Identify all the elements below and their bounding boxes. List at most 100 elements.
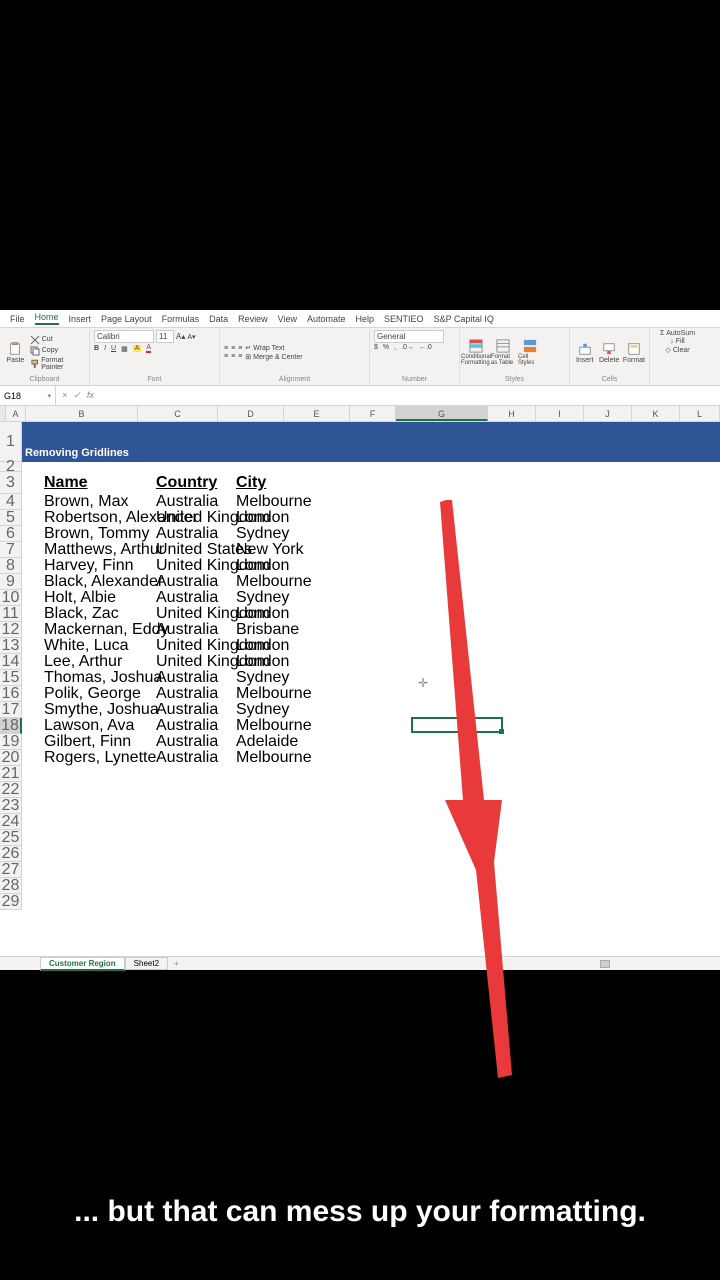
- row-header-20[interactable]: 20: [0, 750, 22, 766]
- row-header-4[interactable]: 4: [0, 494, 22, 510]
- format-painter-button[interactable]: Format Painter: [30, 357, 85, 371]
- row-header-27[interactable]: 27: [0, 862, 22, 878]
- align-bottom-icon[interactable]: ≡: [238, 345, 242, 352]
- menu-help[interactable]: Help: [356, 314, 375, 324]
- col-header-H[interactable]: H: [488, 406, 536, 421]
- row-header-23[interactable]: 23: [0, 798, 22, 814]
- align-middle-icon[interactable]: ≡: [231, 345, 235, 352]
- underline-button[interactable]: U: [111, 345, 116, 352]
- number-format-select[interactable]: General: [374, 330, 444, 343]
- decrease-decimal-icon[interactable]: ←.0: [419, 344, 432, 351]
- row-header-8[interactable]: 8: [0, 558, 22, 574]
- italic-button[interactable]: I: [104, 345, 106, 352]
- align-left-icon[interactable]: ≡: [224, 353, 228, 360]
- table-row[interactable]: Thomas, JoshuaAustraliaSydney: [22, 670, 720, 686]
- align-right-icon[interactable]: ≡: [238, 353, 242, 360]
- insert-button[interactable]: Insert: [574, 339, 595, 367]
- col-header-B[interactable]: B: [26, 406, 138, 421]
- active-cell-outline[interactable]: [411, 717, 503, 733]
- row-header-22[interactable]: 22: [0, 782, 22, 798]
- fill-color-icon[interactable]: A: [133, 345, 142, 352]
- delete-button[interactable]: Delete: [598, 339, 619, 367]
- table-row[interactable]: Lawson, AvaAustraliaMelbourne: [22, 718, 720, 734]
- copy-button[interactable]: Copy: [30, 346, 85, 356]
- cut-button[interactable]: Cut: [30, 335, 85, 345]
- table-row[interactable]: Gilbert, FinnAustraliaAdelaide: [22, 734, 720, 750]
- name-box[interactable]: G18 ▾: [0, 386, 56, 405]
- table-row[interactable]: Harvey, FinnUnited KingdomLondon: [22, 558, 720, 574]
- row-header-15[interactable]: 15: [0, 670, 22, 686]
- row-header-17[interactable]: 17: [0, 702, 22, 718]
- col-header-K[interactable]: K: [632, 406, 680, 421]
- col-header-J[interactable]: J: [584, 406, 632, 421]
- wrap-text-button[interactable]: ↵Wrap Text: [245, 344, 302, 352]
- enter-icon[interactable]: ✓: [73, 390, 81, 401]
- table-row[interactable]: Brown, MaxAustraliaMelbourne: [22, 494, 720, 510]
- cancel-icon[interactable]: ×: [62, 390, 67, 401]
- spreadsheet-grid[interactable]: 1234567891011121314151617181920212223242…: [0, 422, 720, 952]
- row-header-9[interactable]: 9: [0, 574, 22, 590]
- col-header-D[interactable]: D: [218, 406, 284, 421]
- table-row[interactable]: Black, AlexanderAustraliaMelbourne: [22, 574, 720, 590]
- row-header-18[interactable]: 18: [0, 718, 22, 734]
- row-header-19[interactable]: 19: [0, 734, 22, 750]
- menu-review[interactable]: Review: [238, 314, 268, 324]
- col-header-E[interactable]: E: [284, 406, 350, 421]
- table-row[interactable]: Holt, AlbieAustraliaSydney: [22, 590, 720, 606]
- menu-view[interactable]: View: [278, 314, 297, 324]
- menu-file[interactable]: File: [10, 314, 25, 324]
- clear-button[interactable]: ◇Clear: [665, 346, 689, 354]
- row-header-12[interactable]: 12: [0, 622, 22, 638]
- row-header-13[interactable]: 13: [0, 638, 22, 654]
- menu-sentieo[interactable]: SENTIEO: [384, 314, 424, 324]
- fx-icon[interactable]: fx: [87, 390, 94, 401]
- comma-button[interactable]: ,: [394, 344, 396, 351]
- col-header-G[interactable]: G: [396, 406, 488, 421]
- align-center-icon[interactable]: ≡: [231, 353, 235, 360]
- add-sheet-button[interactable]: +: [168, 959, 185, 968]
- row-header-16[interactable]: 16: [0, 686, 22, 702]
- format-button[interactable]: Format: [623, 339, 645, 367]
- row-header-2[interactable]: 2: [0, 462, 22, 472]
- row-header-29[interactable]: 29: [0, 894, 22, 910]
- fill-button[interactable]: ↓Fill: [670, 338, 684, 345]
- menu-sp-capital[interactable]: S&P Capital IQ: [434, 314, 494, 324]
- row-header-3[interactable]: 3: [0, 472, 22, 494]
- col-header-F[interactable]: F: [350, 406, 396, 421]
- row-header-10[interactable]: 10: [0, 590, 22, 606]
- table-row[interactable]: Black, ZacUnited KingdomLondon: [22, 606, 720, 622]
- table-row[interactable]: Rogers, LynetteAustraliaMelbourne: [22, 750, 720, 766]
- horizontal-scroll-thumb[interactable]: [600, 960, 610, 968]
- currency-button[interactable]: $: [374, 344, 378, 351]
- table-row[interactable]: White, LucaUnited KingdomLondon: [22, 638, 720, 654]
- conditional-formatting-button[interactable]: Conditional Formatting: [464, 339, 488, 367]
- menu-insert[interactable]: Insert: [69, 314, 92, 324]
- table-row[interactable]: Robertson, AlexanderUnited KingdomLondon: [22, 510, 720, 526]
- row-header-1[interactable]: 1: [0, 422, 22, 462]
- decrease-font-icon[interactable]: A▾: [187, 333, 195, 341]
- bold-button[interactable]: B: [94, 345, 99, 352]
- table-row[interactable]: Smythe, JoshuaAustraliaSydney: [22, 702, 720, 718]
- table-row[interactable]: Mackernan, EddyAustraliaBrisbane: [22, 622, 720, 638]
- fill-handle[interactable]: [499, 729, 504, 734]
- format-as-table-button[interactable]: Format as Table: [491, 339, 515, 367]
- table-row[interactable]: Polik, GeorgeAustraliaMelbourne: [22, 686, 720, 702]
- menu-automate[interactable]: Automate: [307, 314, 346, 324]
- paste-button[interactable]: Paste: [4, 339, 27, 367]
- col-header-C[interactable]: C: [138, 406, 218, 421]
- sheet-tab-customer-region[interactable]: Customer Region: [40, 957, 125, 971]
- sheet-tab-sheet2[interactable]: Sheet2: [125, 957, 168, 970]
- align-top-icon[interactable]: ≡: [224, 345, 228, 352]
- font-color-icon[interactable]: A: [146, 344, 151, 353]
- cell-styles-button[interactable]: Cell Styles: [518, 339, 542, 367]
- borders-icon[interactable]: ▦: [121, 345, 128, 353]
- row-header-11[interactable]: 11: [0, 606, 22, 622]
- row-header-14[interactable]: 14: [0, 654, 22, 670]
- menu-page-layout[interactable]: Page Layout: [101, 314, 152, 324]
- row-header-25[interactable]: 25: [0, 830, 22, 846]
- table-row[interactable]: Lee, ArthurUnited KingdomLondon: [22, 654, 720, 670]
- menu-data[interactable]: Data: [209, 314, 228, 324]
- menu-formulas[interactable]: Formulas: [162, 314, 200, 324]
- col-header-L[interactable]: L: [680, 406, 720, 421]
- row-header-7[interactable]: 7: [0, 542, 22, 558]
